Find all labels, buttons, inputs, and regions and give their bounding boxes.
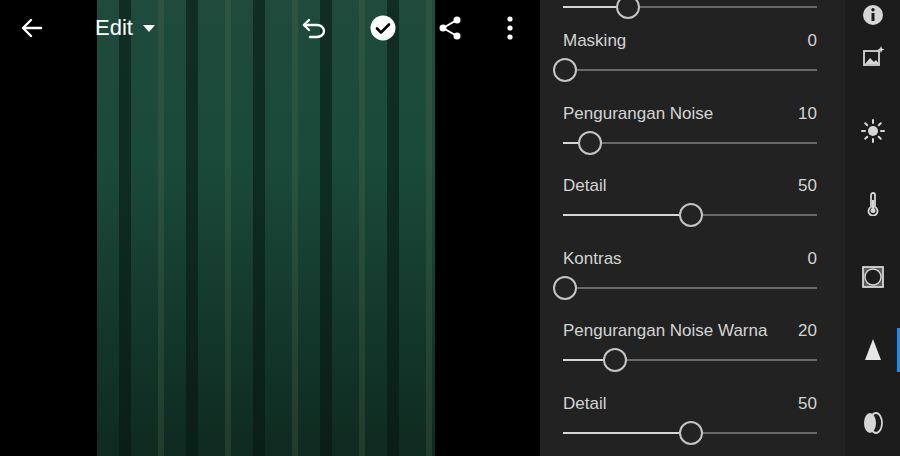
slider-thumb[interactable] [616, 0, 640, 19]
light-icon [861, 119, 885, 143]
slider-track[interactable] [563, 348, 817, 372]
slider-header: Masking 0 [563, 31, 817, 51]
slider-thumb[interactable] [578, 131, 602, 155]
slider-header: Pengurangan Noise Warna 20 [563, 321, 817, 341]
tool-button[interactable] [845, 30, 900, 84]
slider-label: Kontras [563, 249, 622, 269]
slider-value: 50 [798, 394, 817, 414]
tool-button[interactable] [845, 240, 900, 313]
slider-track[interactable] [563, 58, 817, 82]
slider-thumb[interactable] [603, 348, 627, 372]
slider-label: Masking [563, 31, 626, 51]
slider-header: Kontras 0 [563, 249, 817, 269]
slider-value: 0 [808, 249, 817, 269]
slider-thumb[interactable] [553, 58, 577, 82]
slider-row: Detail 50 [540, 166, 845, 239]
slider-track[interactable] [563, 421, 817, 445]
slider-fill [563, 214, 689, 216]
tool-button[interactable] [845, 386, 900, 456]
slider-thumb[interactable] [679, 203, 703, 227]
photo-area: Edit [0, 0, 540, 456]
confirm-icon[interactable] [370, 14, 396, 42]
detail-panel: Masking 0 Pengurangan Noise 10 Detail 50 Kontr… [540, 0, 845, 456]
more-options-icon[interactable] [500, 14, 520, 42]
tool-button[interactable] [845, 94, 900, 167]
tool-column [845, 0, 900, 456]
slider-line [563, 287, 817, 289]
auto-enhance-icon [861, 45, 885, 69]
edit-title[interactable]: Edit [95, 14, 133, 42]
slider-header: Detail 50 [563, 394, 817, 414]
tool-button[interactable] [845, 313, 900, 386]
selected-indicator [897, 328, 900, 372]
detail-icon [861, 338, 885, 362]
dropdown-caret-icon[interactable] [143, 14, 155, 42]
slider-track[interactable] [563, 276, 817, 300]
back-icon[interactable] [20, 14, 44, 42]
slider-row: Detail 50 [540, 384, 845, 456]
slider-label: Pengurangan Noise Warna [563, 321, 767, 341]
effects-icon [861, 265, 885, 289]
slider-fill [563, 432, 689, 434]
slider-row: Kontras 0 [540, 239, 845, 312]
tool-button[interactable] [845, 167, 900, 240]
slider-value: 20 [798, 321, 817, 341]
color-temperature-icon [861, 192, 885, 216]
slider-row: Pengurangan Noise 10 [540, 94, 845, 167]
tool-button[interactable] [845, 0, 900, 30]
optics-icon [861, 411, 885, 435]
slider-value: 50 [798, 176, 817, 196]
slider-header: Pengurangan Noise 10 [563, 104, 817, 124]
slider-thumb[interactable] [679, 421, 703, 445]
slider-header: Detail 50 [563, 176, 817, 196]
slider-value: 10 [798, 104, 817, 124]
slider-track[interactable] [563, 0, 817, 19]
undo-icon[interactable] [301, 14, 327, 42]
slider-track[interactable] [563, 131, 817, 155]
slider-row: Pengurangan Noise Warna 20 [540, 311, 845, 384]
slider-thumb[interactable] [553, 276, 577, 300]
share-icon[interactable] [438, 14, 462, 42]
slider-line [563, 69, 817, 71]
slider-label: Detail [563, 176, 606, 196]
slider-value: 0 [808, 31, 817, 51]
info-icon [861, 3, 885, 27]
photo [97, 0, 435, 456]
slider-track[interactable] [563, 203, 817, 227]
slider-label: Pengurangan Noise [563, 104, 713, 124]
slider-row: Masking 0 [540, 21, 845, 94]
top-bar: Edit [0, 0, 540, 56]
slider-row [540, 0, 845, 21]
slider-label: Detail [563, 394, 606, 414]
